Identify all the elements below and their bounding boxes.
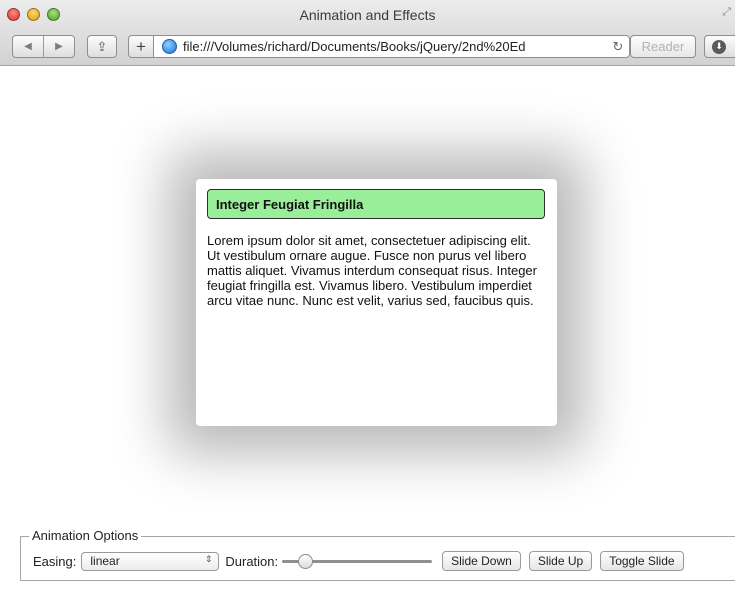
back-forward-group: ◀ ▶ [12, 35, 75, 58]
window-title: Animation and Effects [299, 7, 436, 23]
easing-label: Easing: [33, 553, 77, 569]
browser-window: Animation and Effects ⤢ ◀ ▶ ⇪ + file:///… [0, 0, 735, 590]
forward-button[interactable]: ▶ [44, 41, 74, 52]
address-bar[interactable]: file:///Volumes/richard/Documents/Books/… [153, 35, 630, 58]
plus-icon: + [136, 36, 146, 56]
share-icon: ⇪ [96, 38, 108, 54]
select-arrows-icon: ⇕ [204, 553, 213, 564]
back-button[interactable]: ◀ [13, 41, 43, 52]
reader-button[interactable]: Reader [630, 35, 696, 58]
download-icon: ⬇ [712, 39, 726, 54]
toggle-slide-button[interactable]: Toggle Slide [600, 551, 684, 571]
page-content: Integer Feugiat Fringilla Lorem ipsum do… [0, 67, 735, 590]
fullscreen-icon[interactable]: ⤢ [722, 6, 731, 19]
globe-icon [162, 39, 177, 54]
address-url[interactable]: file:///Volumes/richard/Documents/Books/… [183, 39, 607, 54]
share-button[interactable]: ⇪ [87, 35, 117, 58]
animation-options-fieldset: Animation Options Easing: linear ⇕ Durat… [20, 528, 735, 581]
fieldset-legend: Animation Options [29, 528, 142, 543]
easing-selected-value: linear [90, 554, 120, 568]
easing-select[interactable]: linear ⇕ [81, 551, 220, 571]
slide-up-button[interactable]: Slide Up [528, 551, 593, 571]
browser-chrome: Animation and Effects ⤢ ◀ ▶ ⇪ + file:///… [0, 0, 735, 66]
slider-thumb[interactable] [298, 554, 314, 569]
duration-label: Duration: [225, 553, 279, 569]
card-body-text: Lorem ipsum dolor sit amet, consectetuer… [207, 233, 537, 308]
duration-slider[interactable] [282, 553, 433, 569]
card-heading[interactable]: Integer Feugiat Fringilla [207, 189, 545, 219]
downloads-button[interactable]: ⬇ [704, 35, 735, 58]
options-row: Easing: linear ⇕ Duration: Slide Down Sl… [33, 551, 684, 571]
reload-icon[interactable]: ↻ [607, 39, 629, 55]
content-card: Integer Feugiat Fringilla Lorem ipsum do… [196, 179, 557, 426]
slide-down-button[interactable]: Slide Down [442, 551, 521, 571]
new-tab-button[interactable]: + [128, 35, 153, 58]
